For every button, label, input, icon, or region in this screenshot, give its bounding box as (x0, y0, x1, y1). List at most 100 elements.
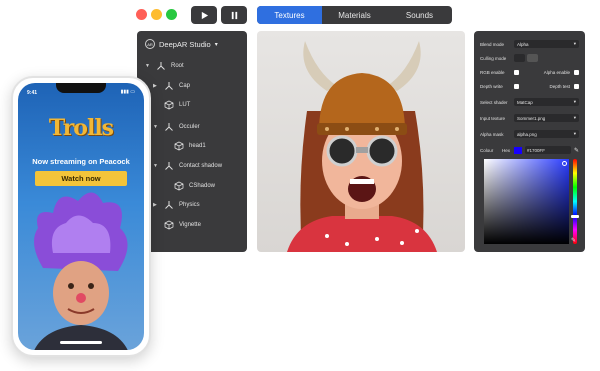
close-window-button[interactable] (136, 9, 147, 20)
depth-write-label: Depth write (480, 83, 503, 89)
tree-node-root[interactable]: ▼ Root (145, 59, 184, 73)
input-texture-row: Input texture Sommer1.png ▾ (480, 113, 579, 123)
tree-node-cshadow[interactable]: CShadow (163, 179, 215, 193)
ar-preview-image (287, 41, 437, 252)
mesh-cube-icon (164, 100, 174, 110)
tree-node-contact-shadow[interactable]: ▼ Contact shadow (153, 159, 222, 173)
minimize-window-button[interactable] (151, 9, 162, 20)
tree-node-physics[interactable]: ▶ Physics (153, 198, 200, 212)
chevron-down-icon: ▾ (214, 41, 218, 48)
culling-mode-label: Culling mode (480, 55, 507, 61)
troll-hair-filter-image (34, 192, 128, 350)
alpha-mask-row: Alpha mask alpha.png ▾ (480, 129, 579, 139)
expand-triangle-icon[interactable]: ▶ (153, 83, 159, 89)
eyedropper-icon[interactable]: ✎ (574, 147, 579, 154)
tree-node-label: LUT (179, 102, 191, 108)
depth-row: Depth write Depth test (480, 81, 579, 91)
phone-notch (56, 83, 106, 93)
chevron-down-icon: ▾ (573, 41, 576, 46)
blend-mode-label: Blend mode (480, 41, 505, 47)
asset-tabs: Textures Materials Sounds (257, 6, 452, 24)
tree-node-head1[interactable]: head1 (163, 139, 206, 153)
tree-node-label: Vignette (179, 222, 201, 228)
pause-button[interactable] (221, 6, 247, 24)
alpha-enable-label: Alpha enable (543, 69, 570, 75)
phone-mockup: 9:41 ▮▮▮ ▭ Trolls Now streaming on Peaco… (11, 76, 151, 357)
tab-textures[interactable]: Textures (257, 6, 322, 24)
mesh-cube-icon (164, 220, 174, 230)
tab-materials[interactable]: Materials (322, 6, 387, 24)
pause-icon (231, 11, 237, 19)
tree-node-label: Cap (179, 83, 191, 89)
mesh-cube-icon (174, 181, 184, 191)
expand-triangle-icon[interactable]: ▼ (153, 163, 159, 169)
select-shader-row: Select shader MatCap ▾ (480, 97, 579, 107)
tree-node-label: head1 (189, 143, 206, 149)
play-icon (201, 11, 208, 19)
depth-test-label: Depth test (549, 83, 570, 89)
hue-slider-handle[interactable] (571, 215, 579, 218)
colour-row: Colour Hex #1700FF ✎ (480, 145, 579, 155)
blend-mode-row: Blend mode Alpha ▾ (480, 39, 579, 49)
mesh-cube-icon (174, 141, 184, 151)
phone-headline: Now streaming on Peacock (32, 157, 130, 166)
colour-mode[interactable]: Hex (502, 148, 514, 153)
deepar-logo-icon: AR (145, 39, 155, 49)
tab-sounds[interactable]: Sounds (387, 6, 452, 24)
home-indicator (60, 341, 102, 344)
hierarchy-title-label: DeepAR Studio (159, 39, 211, 49)
hue-slider[interactable] (573, 159, 577, 244)
chevron-down-icon: ▾ (573, 99, 576, 104)
eyedropper-icon[interactable]: ✎ (571, 237, 576, 244)
hierarchy-title[interactable]: AR DeepAR Studio ▾ (145, 39, 218, 49)
input-texture-select[interactable]: Sommer1.png ▾ (514, 114, 579, 122)
null-object-icon (165, 162, 173, 170)
input-texture-value: Sommer1.png (517, 115, 546, 121)
tree-node-label: CShadow (189, 183, 216, 189)
properties-panel: Blend mode Alpha ▾ Culling mode RGB enab… (474, 31, 585, 252)
rgb-enable-label: RGB enable (480, 69, 505, 75)
alpha-mask-label: Alpha mask (480, 131, 504, 137)
rgb-enable-checkbox[interactable] (514, 69, 519, 75)
tree-node-cap[interactable]: ▶ Cap (153, 79, 190, 93)
status-time: 9:41 (27, 90, 38, 96)
colour-label: Colour (480, 147, 494, 153)
null-object-icon (165, 123, 173, 131)
blend-mode-select[interactable]: Alpha ▾ (514, 40, 579, 48)
expand-triangle-icon[interactable]: ▼ (145, 63, 151, 69)
select-shader-label: Select shader (480, 99, 508, 105)
culling-mode-row: Culling mode (480, 53, 579, 63)
colour-hex-input[interactable]: #1700FF (525, 146, 571, 154)
tree-node-occuler[interactable]: ▼ Occuler (153, 120, 200, 134)
null-object-icon (157, 62, 165, 70)
tree-node-lut[interactable]: LUT (153, 98, 190, 112)
colour-swatch[interactable] (514, 146, 522, 154)
expand-triangle-icon[interactable]: ▼ (153, 124, 159, 130)
play-button[interactable] (191, 6, 217, 24)
cull-front-toggle-icon[interactable] (527, 54, 538, 62)
depth-write-checkbox[interactable] (514, 83, 519, 89)
null-object-icon (165, 82, 173, 90)
colour-picker-area[interactable] (484, 159, 569, 244)
alpha-mask-select[interactable]: alpha.png ▾ (514, 130, 579, 138)
tree-node-label: Occuler (179, 124, 200, 130)
shader-value: MatCap (517, 99, 533, 105)
colour-picker-handle[interactable] (562, 161, 567, 166)
alpha-enable-checkbox[interactable] (574, 69, 579, 75)
hierarchy-panel: AR DeepAR Studio ▾ ▼ Root ▶ Cap LUT ▼ Oc… (137, 31, 247, 252)
rgb-alpha-row: RGB enable Alpha enable (480, 67, 579, 77)
signal-battery-icon: ▮▮▮ ▭ (120, 89, 135, 95)
blend-mode-value: Alpha (517, 41, 529, 47)
cull-back-toggle-icon[interactable] (514, 54, 525, 62)
phone-screen: 9:41 ▮▮▮ ▭ Trolls Now streaming on Peaco… (18, 83, 144, 350)
tree-node-label: Root (171, 63, 184, 69)
tree-node-label: Contact shadow (179, 163, 223, 169)
zoom-window-button[interactable] (166, 9, 177, 20)
expand-triangle-icon[interactable]: ▶ (153, 202, 159, 208)
tree-node-label: Physics (179, 202, 200, 208)
trolls-logo: Trolls (48, 115, 114, 141)
depth-test-checkbox[interactable] (574, 83, 579, 89)
ar-preview-viewport[interactable] (257, 31, 465, 252)
tree-node-vignette[interactable]: Vignette (153, 218, 201, 232)
shader-select[interactable]: MatCap ▾ (514, 98, 579, 106)
